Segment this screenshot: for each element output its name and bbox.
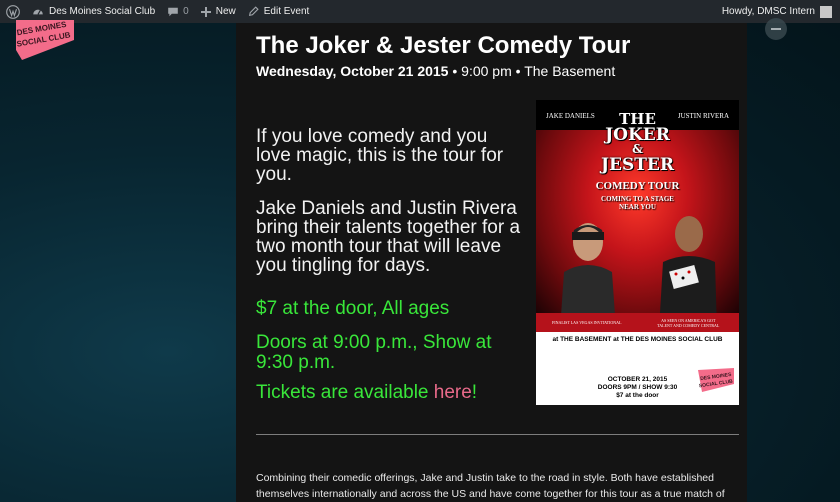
tickets-suffix: !	[471, 382, 478, 403]
performer-photo-right	[651, 210, 721, 330]
event-poster[interactable]: JAKE DANIELS JUSTIN RIVERA THE JOKER & J…	[536, 100, 739, 405]
new-content-button[interactable]: New	[195, 0, 242, 23]
poster-price: $7 at the door	[616, 392, 659, 399]
comments-count: 0	[183, 6, 189, 17]
tickets-info: Tickets are available here!	[256, 383, 526, 403]
meta-separator: •	[515, 63, 521, 79]
avatar	[820, 5, 832, 18]
event-meta: Wednesday, October 21 2015 • 9:00 pm • T…	[256, 63, 615, 79]
tickets-prefix: Tickets are available	[256, 382, 434, 403]
performer-photo-left	[558, 210, 618, 330]
edit-event-label: Edit Event	[263, 6, 310, 17]
page-title: The Joker & Jester Comedy Tour	[256, 32, 631, 59]
tickets-link[interactable]: here	[434, 382, 472, 403]
poster-credits-band: FINALIST LAS VEGAS INVITATIONAL AS SEEN …	[536, 313, 739, 332]
comments-button[interactable]: 0	[161, 0, 195, 23]
poster-band-right: AS SEEN ON AMERICA'S GOT TALENT AND COME…	[657, 317, 720, 328]
pencil-icon	[248, 6, 259, 17]
meta-separator: •	[452, 63, 458, 79]
new-label: New	[215, 6, 236, 17]
site-logo[interactable]: DES MOINES SOCIAL CLUB	[16, 20, 76, 60]
event-date: Wednesday, October 21 2015	[256, 63, 449, 79]
poster-comedy-tour: COMEDY TOUR	[595, 180, 680, 192]
poster-coming: COMING TO A STAGE	[601, 195, 674, 203]
price-info: $7 at the door, All ages	[256, 298, 450, 319]
site-name: Des Moines Social Club	[49, 6, 156, 17]
performers-paragraph: Jake Daniels and Justin Rivera bring the…	[256, 198, 521, 276]
event-intro: If you love comedy and you love magic, t…	[256, 127, 526, 290]
poster-logo: DES MOINES SOCIAL CLUB	[698, 368, 734, 392]
admin-bar: Des Moines Social Club 0 New Edit Event …	[0, 0, 840, 23]
event-time: 9:00 pm	[461, 63, 512, 79]
content-divider	[256, 434, 739, 435]
edit-event-button[interactable]: Edit Event	[242, 0, 316, 23]
doors-info: Doors at 9:00 p.m., Show at 9:30 p.m.	[256, 332, 492, 373]
poster-venue: at THE BASEMENT at THE DES MOINES SOCIAL…	[552, 336, 723, 343]
comment-icon	[167, 6, 179, 18]
intro-paragraph: If you love comedy and you love magic, t…	[256, 126, 504, 185]
poster-jester: JESTER	[600, 155, 674, 175]
event-body-text: Combining their comedic offerings, Jake …	[256, 472, 725, 500]
poster-amp: &	[632, 142, 643, 156]
user-greeting: Howdy, DMSC Intern	[721, 6, 815, 17]
event-venue: The Basement	[524, 63, 616, 79]
event-content: The Joker & Jester Comedy Tour Wednesday…	[236, 23, 747, 502]
plus-icon	[200, 6, 211, 17]
dashboard-icon	[32, 6, 44, 18]
poster-band-left: FINALIST LAS VEGAS INVITATIONAL	[552, 320, 622, 325]
close-icon[interactable]	[765, 18, 787, 40]
